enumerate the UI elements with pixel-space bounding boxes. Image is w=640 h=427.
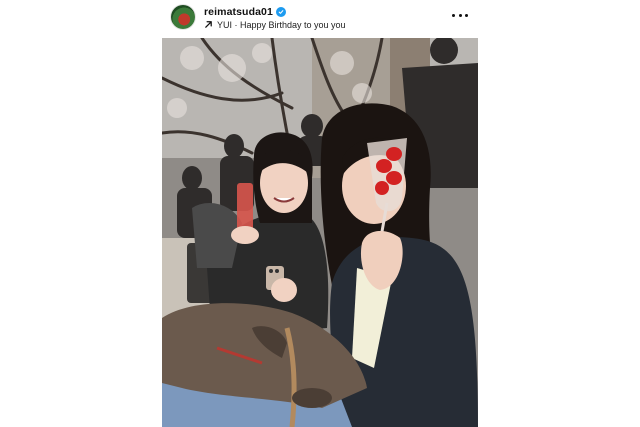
- post-header: reimatsuda01 YUI · Happy Birthday to you…: [162, 0, 478, 38]
- music-label: YUI · Happy Birthday to you you: [217, 20, 346, 30]
- post-photo[interactable]: [162, 38, 478, 427]
- username-row: reimatsuda01: [204, 5, 286, 19]
- username[interactable]: reimatsuda01: [204, 6, 273, 18]
- photo-illustration: [162, 38, 478, 427]
- music-row[interactable]: YUI · Happy Birthday to you you: [204, 19, 346, 31]
- arrow-up-right-icon: [204, 20, 213, 31]
- avatar[interactable]: [171, 5, 195, 29]
- verified-icon: [275, 7, 286, 17]
- more-options-icon[interactable]: [452, 10, 468, 20]
